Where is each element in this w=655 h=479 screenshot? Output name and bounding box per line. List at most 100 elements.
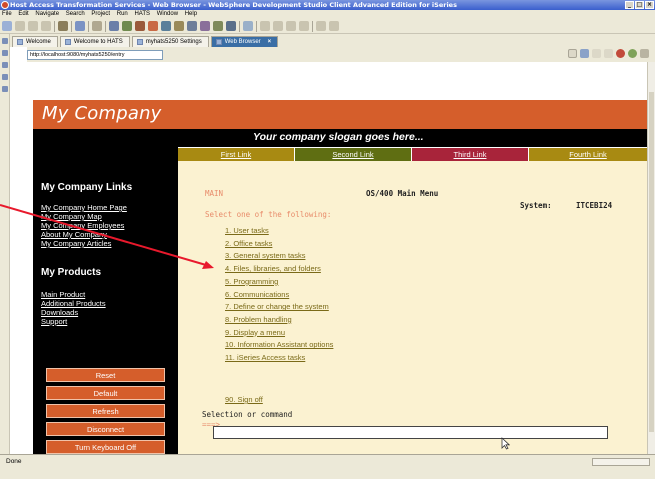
menu-option[interactable]: 7. Define or change the system <box>225 301 333 314</box>
debug-icon[interactable] <box>122 21 132 31</box>
widget-icon[interactable] <box>213 21 223 31</box>
forward-nav-icon[interactable] <box>329 21 339 31</box>
sidebar-link-support[interactable]: Support <box>41 317 106 326</box>
refresh-icon[interactable] <box>628 49 637 58</box>
vertical-scrollbar[interactable] <box>647 62 655 454</box>
window-icon[interactable] <box>75 21 85 31</box>
menu-option[interactable]: 11. iSeries Access tasks <box>225 352 333 365</box>
tab-welcome-to-hats[interactable]: Welcome to HATS <box>59 36 130 47</box>
sign-off-option[interactable]: 90. Sign off <box>225 395 263 404</box>
tab-settings[interactable]: myhats5250 Settings <box>131 36 209 47</box>
screen-icon[interactable] <box>187 21 197 31</box>
disconnect-button[interactable]: Disconnect <box>46 422 165 436</box>
page-icon[interactable] <box>92 21 102 31</box>
sidebar-link-about[interactable]: About My Company <box>41 230 127 239</box>
default-button[interactable]: Default <box>46 386 165 400</box>
sidebar-link-main-product[interactable]: Main Product <box>41 290 106 299</box>
hats-icon[interactable] <box>148 21 158 31</box>
page-icon <box>17 39 23 45</box>
close-button[interactable]: × <box>645 1 654 9</box>
tool-icon[interactable] <box>58 21 68 31</box>
fourth-link[interactable]: Fourth Link <box>529 148 647 161</box>
server-icon[interactable] <box>109 21 119 31</box>
perspective-icon[interactable] <box>2 38 8 44</box>
minimize-button[interactable]: _ <box>625 1 634 9</box>
annotation-prev-icon[interactable] <box>299 21 309 31</box>
settings-icon <box>136 39 143 45</box>
url-dropdown-icon[interactable] <box>568 49 577 58</box>
refresh-button[interactable]: Refresh <box>46 404 165 418</box>
annotation-next-icon[interactable] <box>286 21 296 31</box>
component-icon[interactable] <box>200 21 210 31</box>
menu-option[interactable]: 1. User tasks <box>225 225 333 238</box>
menu-edit[interactable]: Edit <box>18 11 28 17</box>
menu-search[interactable]: Search <box>66 11 85 17</box>
toolbar-separator <box>71 20 72 32</box>
menu-project[interactable]: Project <box>91 11 110 17</box>
menu-run[interactable]: Run <box>117 11 128 17</box>
back-nav-icon[interactable] <box>316 21 326 31</box>
perspective-icon[interactable] <box>2 74 8 80</box>
third-link[interactable]: Third Link <box>412 148 528 161</box>
second-link[interactable]: Second Link <box>295 148 411 161</box>
menu-option[interactable]: 8. Problem handling <box>225 314 333 327</box>
scrollbar-thumb[interactable] <box>649 92 654 432</box>
system-name: ITCEBI24 <box>576 201 613 210</box>
perspective-icon[interactable] <box>2 62 8 68</box>
annotation-icon[interactable] <box>273 21 283 31</box>
menu-file[interactable]: File <box>2 11 12 17</box>
stop-icon[interactable] <box>616 49 625 58</box>
save-icon[interactable] <box>15 21 25 31</box>
transform-icon[interactable] <box>161 21 171 31</box>
build-icon[interactable] <box>135 21 145 31</box>
toolbar-separator <box>88 20 89 32</box>
close-tab-icon[interactable]: × <box>268 37 272 47</box>
sidebar-link-home[interactable]: My Company Home Page <box>41 203 127 212</box>
window-controls: _ □ × <box>625 1 654 9</box>
toolbar <box>0 19 655 34</box>
reset-button[interactable]: Reset <box>46 368 165 382</box>
toolbar-separator <box>239 20 240 32</box>
command-input[interactable] <box>213 426 608 439</box>
menu-option[interactable]: 6. Communications <box>225 289 333 302</box>
menu-option[interactable]: 2. Office tasks <box>225 238 333 251</box>
maximize-button[interactable]: □ <box>635 1 644 9</box>
pencil-icon[interactable] <box>260 21 270 31</box>
menu-option[interactable]: 9. Display a menu <box>225 327 333 340</box>
perspective-icon[interactable] <box>2 86 8 92</box>
print-icon[interactable] <box>41 21 51 31</box>
perspective-icon[interactable] <box>2 50 8 56</box>
sidebar-link-employees[interactable]: My Company Employees <box>41 221 127 230</box>
system-label: System: <box>520 201 552 210</box>
menu-help[interactable]: Help <box>185 11 197 17</box>
print-icon[interactable] <box>640 49 649 58</box>
tab-web-browser[interactable]: Web Browser × <box>210 36 279 47</box>
macro-icon[interactable] <box>174 21 184 31</box>
tab-welcome[interactable]: Welcome <box>12 36 58 47</box>
editor-tabs: Welcome Welcome to HATS myhats5250 Setti… <box>10 34 655 47</box>
terminal-icon[interactable] <box>226 21 236 31</box>
go-icon[interactable] <box>580 49 589 58</box>
url-input[interactable]: http://localhost:9080/myhats5250/entry <box>27 49 163 60</box>
menu-window[interactable]: Window <box>157 11 178 17</box>
first-link[interactable]: First Link <box>178 148 294 161</box>
sidebar-link-downloads[interactable]: Downloads <box>41 308 106 317</box>
sidebar-link-map[interactable]: My Company Map <box>41 212 127 221</box>
forward-icon[interactable] <box>604 49 613 58</box>
menu-option[interactable]: 4. Files, libraries, and folders <box>225 263 333 276</box>
slogan: Your company slogan goes here... <box>253 131 424 143</box>
sidebar-link-articles[interactable]: My Company Articles <box>41 239 127 248</box>
sidebar-link-additional-products[interactable]: Additional Products <box>41 299 106 308</box>
menu-option[interactable]: 10. Information Assistant options <box>225 339 333 352</box>
menu-hats[interactable]: HATS <box>134 11 150 17</box>
new-icon[interactable] <box>2 21 12 31</box>
back-icon[interactable] <box>592 49 601 58</box>
command-label: Selection or command <box>202 410 293 419</box>
menu-navigate[interactable]: Navigate <box>35 11 59 17</box>
status-bar: Done <box>0 454 655 479</box>
save-all-icon[interactable] <box>28 21 38 31</box>
menu-option[interactable]: 5. Programming <box>225 276 333 289</box>
search-icon[interactable] <box>243 21 253 31</box>
keyboard-off-button[interactable]: Turn Keyboard Off <box>46 440 165 454</box>
menu-option[interactable]: 3. General system tasks <box>225 250 333 263</box>
